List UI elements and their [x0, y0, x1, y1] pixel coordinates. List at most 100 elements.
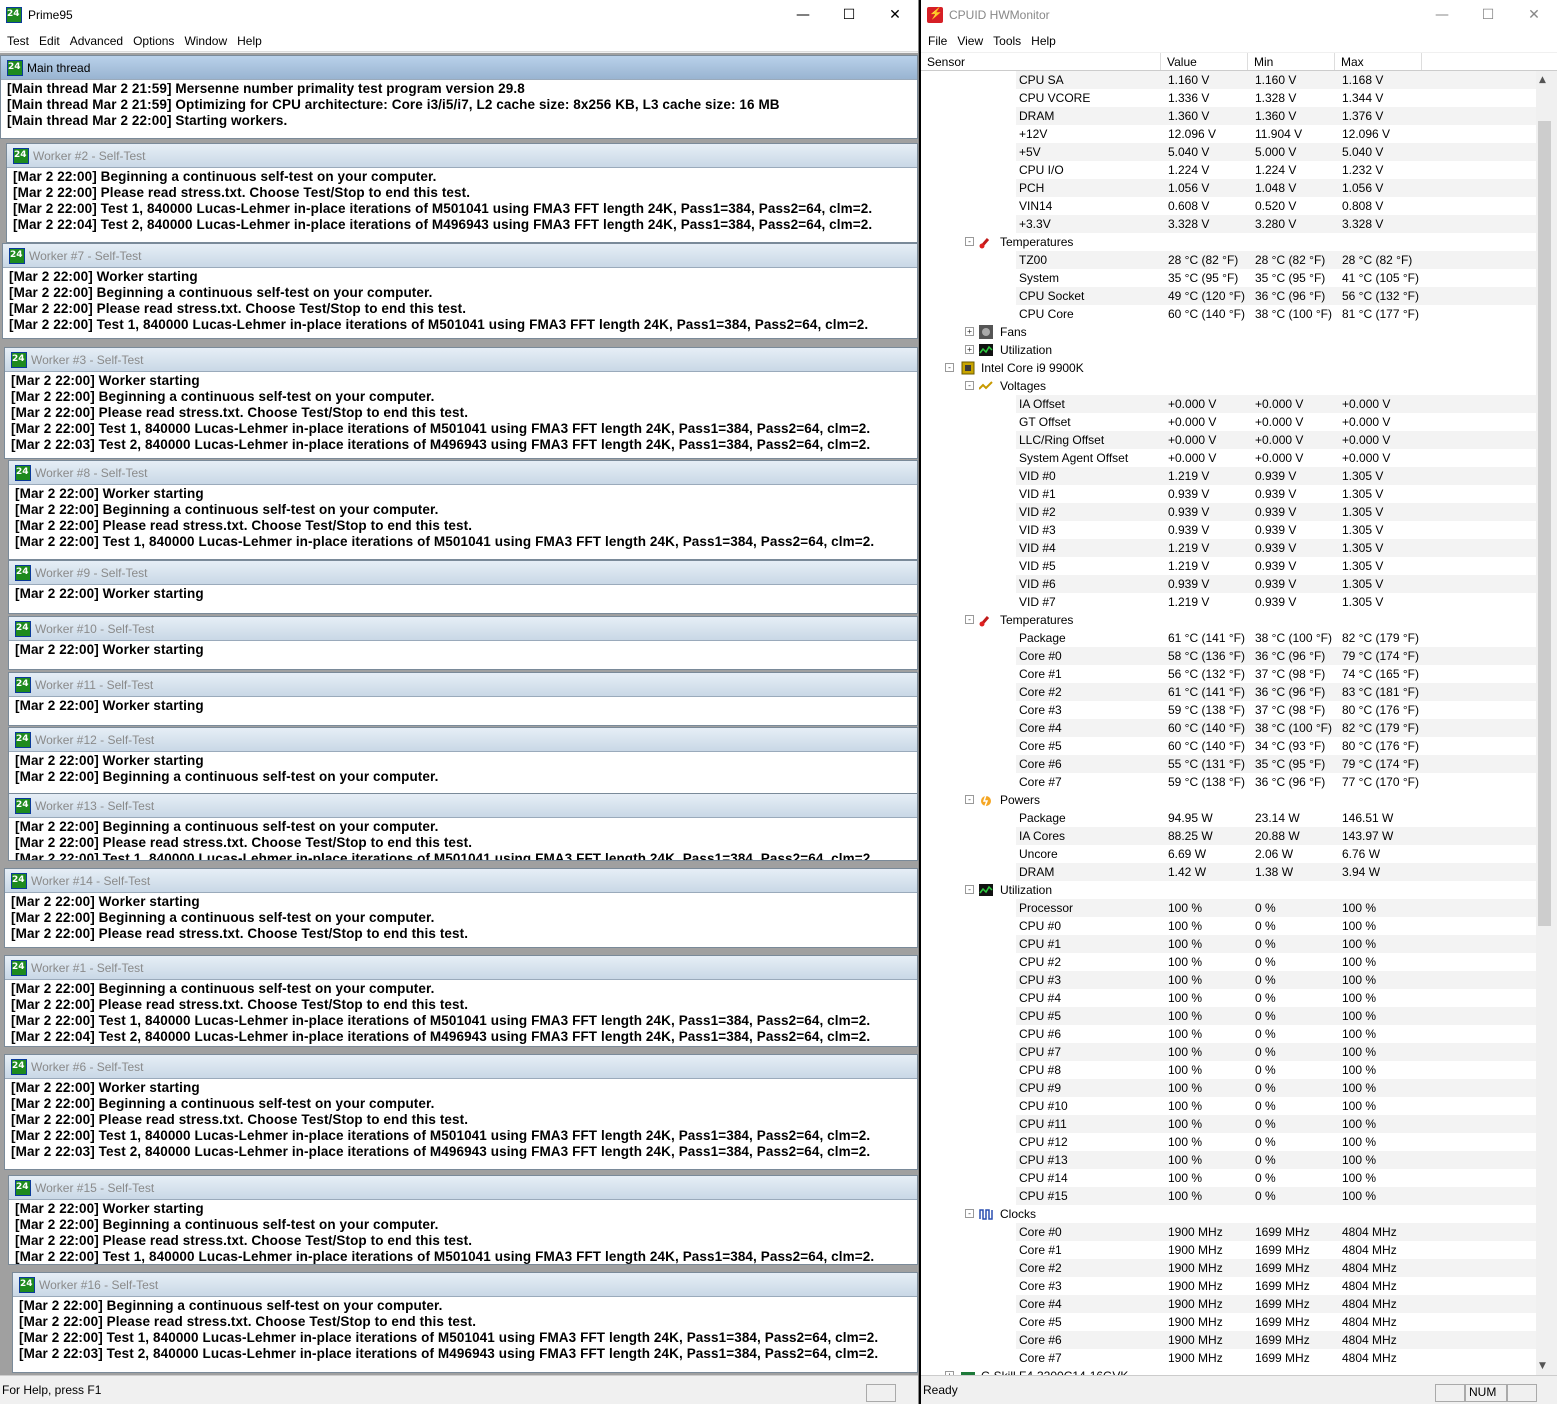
sensor-row[interactable]: Core #4 1900 MHz 1699 MHz 4804 MHz: [921, 1295, 1536, 1313]
sensor-row[interactable]: Processor 100 % 0 % 100 %: [921, 899, 1536, 917]
sensor-row[interactable]: Core #4 60 °C (140 °F) 38 °C (100 °F) 82 °C…: [921, 719, 1536, 737]
worker-log[interactable]: [Mar 2 22:00] Worker starting: [9, 697, 917, 715]
worker-log[interactable]: [Mar 2 22:00] Beginning a continuous sel…: [5, 980, 917, 1046]
col-min[interactable]: Min: [1248, 53, 1335, 70]
worker-titlebar[interactable]: Worker #2 - Self-Test: [7, 144, 917, 168]
sensor-row[interactable]: +3.3V 3.328 V 3.280 V 3.328 V: [921, 215, 1536, 233]
sensor-tree[interactable]: CPU SA 1.160 V 1.160 V 1.168 V CPU VCORE 1.33…: [921, 71, 1536, 1375]
sensor-group-node[interactable]: - Temperatures: [921, 611, 1536, 629]
sensor-row[interactable]: CPU #10 100 % 0 % 100 %: [921, 1097, 1536, 1115]
worker-titlebar[interactable]: Worker #8 - Self-Test: [9, 461, 917, 485]
worker-window[interactable]: Worker #12 - Self-Test [Mar 2 22:00] Work…: [8, 727, 918, 795]
scroll-up-icon[interactable]: ▲: [1539, 75, 1546, 85]
worker-window[interactable]: Worker #6 - Self-Test [Mar 2 22:00] Worke…: [4, 1054, 918, 1170]
worker-titlebar[interactable]: Worker #14 - Self-Test: [5, 869, 917, 893]
worker-log[interactable]: [Mar 2 22:00] Worker starting: [9, 585, 917, 603]
sensor-group-node[interactable]: - Clocks: [921, 1205, 1536, 1223]
sensor-row[interactable]: CPU #11 100 % 0 % 100 %: [921, 1115, 1536, 1133]
worker-window[interactable]: Worker #10 - Self-Test [Mar 2 22:00] Work…: [8, 616, 918, 670]
sensor-row[interactable]: CPU #14 100 % 0 % 100 %: [921, 1169, 1536, 1187]
maximize-button[interactable]: ☐: [826, 0, 872, 30]
sensor-row[interactable]: CPU #15 100 % 0 % 100 %: [921, 1187, 1536, 1205]
worker-titlebar[interactable]: Worker #1 - Self-Test: [5, 956, 917, 980]
minimize-button[interactable]: —: [780, 0, 826, 30]
collapse-icon[interactable]: -: [965, 381, 974, 390]
sensor-row[interactable]: PCH 1.056 V 1.048 V 1.056 V: [921, 179, 1536, 197]
sensor-row[interactable]: VID #5 1.219 V 0.939 V 1.305 V: [921, 557, 1536, 575]
worker-titlebar[interactable]: Worker #11 - Self-Test: [9, 673, 917, 697]
worker-log[interactable]: [Mar 2 22:00] Worker starting [Mar 2 22:0…: [9, 485, 917, 551]
sensor-row[interactable]: CPU #9 100 % 0 % 100 %: [921, 1079, 1536, 1097]
device-node[interactable]: +G.Skill F4-3200C14-16GVK: [921, 1367, 1536, 1375]
worker-log[interactable]: [Mar 2 22:00] Worker starting [Mar 2 22:0…: [5, 893, 917, 943]
col-value[interactable]: Value: [1161, 53, 1248, 70]
worker-window[interactable]: Worker #15 - Self-Test [Mar 2 22:00] Work…: [8, 1175, 918, 1265]
sensor-row[interactable]: VID #7 1.219 V 0.939 V 1.305 V: [921, 593, 1536, 611]
sensor-row[interactable]: Uncore 6.69 W 2.06 W 6.76 W: [921, 845, 1536, 863]
collapse-icon[interactable]: -: [965, 1209, 974, 1218]
sensor-row[interactable]: Core #3 1900 MHz 1699 MHz 4804 MHz: [921, 1277, 1536, 1295]
collapse-icon[interactable]: -: [965, 885, 974, 894]
worker-log[interactable]: [Mar 2 22:00] Worker starting [Mar 2 22:0…: [3, 268, 917, 334]
worker-log[interactable]: [Mar 2 22:00] Beginning a continuous sel…: [9, 818, 917, 860]
sensor-row[interactable]: +5V 5.040 V 5.000 V 5.040 V: [921, 143, 1536, 161]
expand-icon[interactable]: +: [965, 327, 974, 336]
sensor-row[interactable]: DRAM 1.42 W 1.38 W 3.94 W: [921, 863, 1536, 881]
sensor-row[interactable]: Core #3 59 °C (138 °F) 37 °C (98 °F) 80 °C …: [921, 701, 1536, 719]
worker-log[interactable]: [Mar 2 22:00] Beginning a continuous sel…: [13, 1297, 917, 1363]
close-button[interactable]: ✕: [1511, 0, 1557, 30]
minimize-button[interactable]: —: [1419, 0, 1465, 30]
worker-titlebar[interactable]: Worker #9 - Self-Test: [9, 561, 917, 585]
menu-advanced[interactable]: Advanced: [65, 34, 128, 48]
worker-log[interactable]: [Mar 2 22:00] Beginning a continuous sel…: [7, 168, 917, 234]
menu-test[interactable]: Test: [2, 34, 34, 48]
menu-help[interactable]: Help: [232, 34, 267, 48]
worker-window[interactable]: Worker #2 - Self-Test [Mar 2 22:00] Begin…: [6, 143, 918, 243]
sensor-row[interactable]: Core #5 1900 MHz 1699 MHz 4804 MHz: [921, 1313, 1536, 1331]
worker-window[interactable]: Worker #8 - Self-Test [Mar 2 22:00] Worke…: [8, 460, 918, 560]
worker-titlebar[interactable]: Worker #16 - Self-Test: [13, 1273, 917, 1297]
sensor-row[interactable]: CPU #5 100 % 0 % 100 %: [921, 1007, 1536, 1025]
worker-window[interactable]: Worker #14 - Self-Test [Mar 2 22:00] Work…: [4, 868, 918, 948]
worker-titlebar[interactable]: Worker #10 - Self-Test: [9, 617, 917, 641]
sensor-row[interactable]: VID #6 0.939 V 0.939 V 1.305 V: [921, 575, 1536, 593]
sensor-group-node[interactable]: - Utilization: [921, 881, 1536, 899]
sensor-row[interactable]: CPU #1 100 % 0 % 100 %: [921, 935, 1536, 953]
worker-log[interactable]: [Mar 2 22:00] Worker starting [Mar 2 22:0…: [9, 1200, 917, 1264]
sensor-group-node[interactable]: + Utilization: [921, 341, 1536, 359]
sensor-group-node[interactable]: - Temperatures: [921, 233, 1536, 251]
worker-log[interactable]: [Mar 2 22:00] Worker starting: [9, 641, 917, 659]
sensor-group-node[interactable]: - Powers: [921, 791, 1536, 809]
sensor-row[interactable]: Core #6 1900 MHz 1699 MHz 4804 MHz: [921, 1331, 1536, 1349]
close-button[interactable]: ✕: [872, 0, 918, 30]
worker-titlebar[interactable]: Worker #15 - Self-Test: [9, 1176, 917, 1200]
sensor-row[interactable]: Core #0 58 °C (136 °F) 36 °C (96 °F) 79 °C …: [921, 647, 1536, 665]
worker-window[interactable]: Worker #1 - Self-Test [Mar 2 22:00] Begin…: [4, 955, 918, 1047]
worker-titlebar[interactable]: Worker #6 - Self-Test: [5, 1055, 917, 1079]
col-sensor[interactable]: Sensor: [921, 53, 1161, 70]
expand-icon[interactable]: +: [965, 345, 974, 354]
sensor-row[interactable]: CPU #8 100 % 0 % 100 %: [921, 1061, 1536, 1079]
sensor-group-node[interactable]: - Voltages: [921, 377, 1536, 395]
scrollbar-thumb[interactable]: [1538, 121, 1551, 926]
sensor-row[interactable]: IA Cores 88.25 W 20.88 W 143.97 W: [921, 827, 1536, 845]
worker-log[interactable]: [Mar 2 22:00] Worker starting [Mar 2 22:0…: [5, 372, 917, 454]
sensor-row[interactable]: CPU #3 100 % 0 % 100 %: [921, 971, 1536, 989]
menu-tools[interactable]: Tools: [988, 34, 1026, 48]
col-max[interactable]: Max: [1335, 53, 1422, 70]
collapse-icon[interactable]: -: [965, 615, 974, 624]
worker-titlebar[interactable]: Main thread: [1, 56, 917, 80]
worker-titlebar[interactable]: Worker #3 - Self-Test: [5, 348, 917, 372]
worker-titlebar[interactable]: Worker #13 - Self-Test: [9, 794, 917, 818]
sensor-row[interactable]: LLC/Ring Offset +0.000 V +0.000 V +0.000 V: [921, 431, 1536, 449]
sensor-row[interactable]: VIN14 0.608 V 0.520 V 0.808 V: [921, 197, 1536, 215]
sensor-row[interactable]: IA Offset +0.000 V +0.000 V +0.000 V: [921, 395, 1536, 413]
menu-file[interactable]: File: [923, 34, 952, 48]
sensor-row[interactable]: CPU #12 100 % 0 % 100 %: [921, 1133, 1536, 1151]
worker-titlebar[interactable]: Worker #12 - Self-Test: [9, 728, 917, 752]
sensor-row[interactable]: CPU VCORE 1.336 V 1.328 V 1.344 V: [921, 89, 1536, 107]
worker-window[interactable]: Worker #7 - Self-Test [Mar 2 22:00] Worke…: [2, 243, 918, 339]
sensor-row[interactable]: VID #0 1.219 V 0.939 V 1.305 V: [921, 467, 1536, 485]
maximize-button[interactable]: ☐: [1465, 0, 1511, 30]
sensor-row[interactable]: TZ00 28 °C (82 °F) 28 °C (82 °F) 28 °C (82 …: [921, 251, 1536, 269]
